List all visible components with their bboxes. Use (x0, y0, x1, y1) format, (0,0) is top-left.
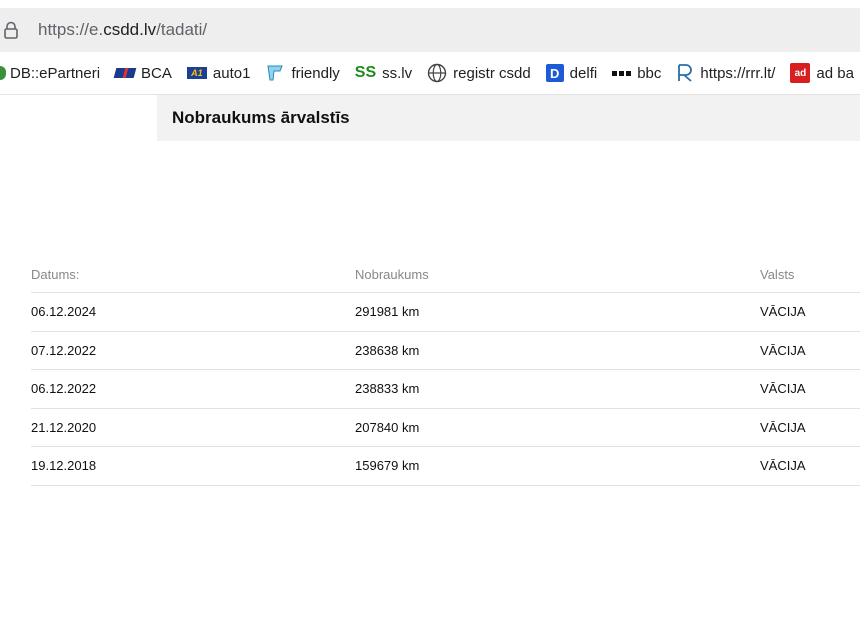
cell-date: 19.12.2018 (31, 458, 97, 474)
bookmark-friendly[interactable]: friendly (265, 63, 340, 83)
bookmark-label: ss.lv (382, 64, 413, 82)
url-path: /tadati/ (156, 20, 208, 39)
cell-mileage: 291981 km (355, 304, 420, 320)
bookmark-label: DB::ePartneri (10, 64, 101, 82)
cell-mileage: 238638 km (355, 342, 420, 358)
table-header-row: Datums: Nobraukums Valsts (31, 256, 860, 293)
bookmark-rrr-lt[interactable]: https://rrr.lt/ (676, 63, 775, 83)
table-row: 21.12.2020 207840 km VĀCIJA (31, 409, 860, 447)
column-header-mileage: Nobraukums (355, 266, 429, 282)
url-host: csdd.lv (103, 20, 157, 39)
cell-date: 07.12.2022 (31, 342, 97, 358)
bookmark-registr-csdd[interactable]: registr csdd (427, 63, 531, 83)
cell-country: VĀCIJA (760, 342, 806, 358)
window-top-strip (0, 0, 860, 8)
bookmark-bbc[interactable]: bbc (612, 65, 661, 82)
cell-date: 06.12.2022 (31, 381, 97, 397)
bookmark-label: BCA (141, 64, 172, 82)
bookmark-auto1[interactable]: A1 auto1 (186, 64, 251, 82)
bookmarks-bar: DB::ePartneri BCA A1 auto1 friendly SS s… (0, 52, 860, 95)
url-text[interactable]: https://e.csdd.lv/tadati/ (38, 20, 207, 40)
mileage-table: Datums: Nobraukums Valsts 06.12.2024 291… (31, 256, 860, 486)
friendly-icon (265, 63, 285, 83)
table-row: 06.12.2024 291981 km VĀCIJA (31, 293, 860, 332)
bookmark-label: delfi (569, 64, 598, 82)
bookmark-ss-lv[interactable]: SS ss.lv (355, 64, 412, 82)
bookmark-delfi[interactable]: D delfi (545, 64, 598, 82)
bookmark-ad[interactable]: ad ad ba (790, 63, 854, 83)
section-header: Nobraukums ārvalstīs (157, 95, 860, 141)
cell-date: 06.12.2024 (31, 304, 97, 320)
bookmark-db-epartneri[interactable]: DB::ePartneri (0, 65, 100, 82)
ss-icon: SS (354, 64, 377, 81)
bookmark-label: bbc (637, 64, 662, 82)
table-row: 07.12.2022 238638 km VĀCIJA (31, 332, 860, 370)
cell-country: VĀCIJA (760, 304, 806, 320)
bookmark-bca[interactable]: BCA (113, 64, 172, 82)
bookmark-label: auto1 (212, 64, 251, 82)
cell-mileage: 207840 km (355, 419, 420, 435)
globe-icon (427, 63, 447, 83)
auto1-icon: A1 (186, 67, 207, 79)
cell-date: 21.12.2020 (31, 419, 97, 435)
bookmark-label: registr csdd (453, 64, 531, 82)
bookmark-label: ad ba (816, 64, 854, 82)
bookmark-label: friendly (291, 64, 340, 82)
address-bar[interactable]: https://e.csdd.lv/tadati/ (0, 8, 860, 52)
column-header-country: Valsts (760, 266, 795, 282)
page-title: Nobraukums ārvalstīs (172, 108, 350, 127)
bbc-icon (612, 70, 632, 76)
cell-country: VĀCIJA (760, 381, 806, 397)
table-row: 19.12.2018 159679 km VĀCIJA (31, 447, 860, 486)
bookmark-label: https://rrr.lt/ (700, 64, 776, 82)
lock-icon[interactable] (4, 20, 20, 40)
cell-country: VĀCIJA (760, 458, 806, 474)
column-header-date: Datums: (31, 266, 80, 282)
url-prefix: https://e. (38, 20, 104, 39)
rrr-icon (676, 63, 694, 83)
cell-mileage: 159679 km (355, 458, 420, 474)
delfi-icon: D (545, 64, 564, 82)
ad-icon: ad (790, 63, 811, 83)
bca-icon (113, 68, 137, 78)
table-row: 06.12.2022 238833 km VĀCIJA (31, 370, 860, 409)
green-leaf-icon (0, 66, 6, 80)
cell-country: VĀCIJA (760, 419, 806, 435)
cell-mileage: 238833 km (355, 381, 420, 397)
